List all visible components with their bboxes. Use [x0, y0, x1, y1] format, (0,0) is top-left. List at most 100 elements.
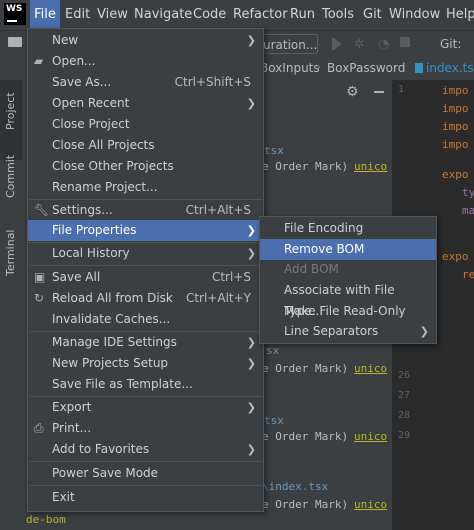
tree-text: e Order Mark): [262, 498, 349, 511]
tree-path: tsx: [264, 144, 284, 157]
menu-item-power-save-mode[interactable]: Power Save Mode: [28, 463, 263, 484]
menu-item-close-project[interactable]: Close Project: [28, 114, 263, 135]
tree-warning: unico: [354, 362, 388, 375]
chevron-right-icon: ❯: [246, 34, 256, 47]
webstorm-logo: WS: [4, 3, 26, 25]
menu-code[interactable]: Code: [193, 0, 226, 30]
coverage-icon[interactable]: ◔: [378, 37, 389, 52]
menu-item-close-other-projects[interactable]: Close Other Projects: [28, 156, 263, 177]
menu-item-save-file-as-template[interactable]: Save File as Template...: [28, 374, 263, 395]
run-icon[interactable]: [332, 37, 342, 51]
code-line: impo: [442, 84, 469, 97]
chevron-right-icon: ❯: [246, 336, 256, 349]
reload-icon: ↻: [34, 291, 45, 305]
tab-terminal[interactable]: Terminal: [4, 230, 17, 277]
breadcrumb-item[interactable]: BoxPassword: [327, 61, 405, 75]
line-number: 26: [398, 370, 411, 381]
menu-item-file-properties[interactable]: File Properties ❯: [28, 220, 263, 241]
tree-path: tsx: [264, 414, 284, 427]
menu-item-export[interactable]: Export ❯: [28, 397, 263, 418]
debug-icon[interactable]: ✲: [354, 37, 365, 52]
menu-help[interactable]: Help: [446, 0, 474, 30]
chevron-right-icon: ❯: [246, 443, 256, 456]
breadcrumb-item[interactable]: BoxInputs: [260, 61, 320, 75]
code-line: ma: [462, 204, 474, 217]
submenu-item-file-encoding[interactable]: File Encoding: [260, 218, 436, 239]
line-number: 1: [398, 84, 405, 95]
chevron-right-icon: ❯: [246, 247, 256, 260]
menu-item-open[interactable]: ▰ Open...: [28, 51, 263, 72]
folder-icon: ▰: [34, 54, 44, 68]
left-tool-stripe: Project Commit Terminal: [0, 58, 23, 530]
menu-item-save-as[interactable]: Save As... Ctrl+Shift+S: [28, 72, 263, 93]
line-number: 28: [398, 410, 411, 421]
tree-warning: unico: [354, 498, 388, 511]
code-line: expo: [442, 250, 469, 263]
tree-text: e Order Mark): [262, 160, 349, 173]
menu-item-save-all[interactable]: ▣ Save All Ctrl+S: [28, 267, 263, 288]
tsx-file-icon: [415, 63, 423, 73]
line-number: 27: [398, 390, 411, 401]
menu-edit[interactable]: Edit: [65, 0, 90, 30]
menu-git[interactable]: Git: [363, 0, 382, 30]
menu-item-local-history[interactable]: Local History ❯: [28, 243, 263, 264]
menu-file[interactable]: File: [30, 0, 60, 30]
git-label: Git:: [440, 37, 462, 51]
submenu-item-associate-file-type[interactable]: Associate with File Type...: [260, 280, 436, 318]
menu-item-exit[interactable]: Exit: [28, 487, 263, 508]
code-line: impo: [442, 120, 469, 133]
stop-icon[interactable]: [400, 37, 410, 47]
tree-warning: unico: [354, 430, 388, 443]
menu-item-invalidate-caches[interactable]: Invalidate Caches...: [28, 309, 263, 330]
chevron-right-icon: ❯: [246, 97, 256, 110]
menu-item-rename-project[interactable]: Rename Project...: [28, 177, 263, 198]
code-line: impo: [442, 102, 469, 115]
breadcrumb-separator-icon: ›: [316, 60, 321, 74]
code-line: ty: [462, 186, 474, 199]
menu-item-close-all-projects[interactable]: Close All Projects: [28, 135, 263, 156]
menu-item-add-to-favorites[interactable]: Add to Favorites ❯: [28, 439, 263, 460]
menu-item-manage-ide-settings[interactable]: Manage IDE Settings ❯: [28, 332, 263, 353]
menu-item-reload-all[interactable]: ↻ Reload All from Disk Ctrl+Alt+Y: [28, 288, 263, 309]
menu-item-open-recent[interactable]: Open Recent ❯: [28, 93, 263, 114]
menu-separator: [29, 461, 262, 462]
menu-separator: [29, 485, 262, 486]
menu-run[interactable]: Run: [290, 0, 315, 30]
submenu-item-add-bom: Add BOM: [284, 262, 339, 276]
tree-text: e Order Mark): [262, 362, 349, 375]
menu-separator: [29, 265, 262, 266]
chevron-right-icon: ❯: [419, 325, 429, 338]
tab-commit[interactable]: Commit: [4, 155, 17, 198]
chevron-right-icon: ❯: [246, 357, 256, 370]
menu-item-settings[interactable]: 🔧︎ Settings... Ctrl+Alt+S: [28, 200, 263, 221]
tree-warning: unico: [354, 160, 388, 173]
menu-navigate[interactable]: Navigate: [134, 0, 192, 30]
menu-window[interactable]: Window: [389, 0, 440, 30]
menu-view[interactable]: View: [97, 0, 128, 30]
menu-item-new-projects-setup[interactable]: New Projects Setup ❯: [28, 353, 263, 374]
code-line: expo: [442, 168, 469, 181]
print-icon: ⎙: [34, 421, 44, 435]
tree-path: \index.tsx: [262, 480, 329, 493]
wrench-icon: 🔧︎: [34, 203, 50, 217]
gear-icon[interactable]: ⚙: [346, 84, 359, 100]
menu-item-new[interactable]: New ❯: [28, 30, 263, 51]
save-icon: ▣: [34, 270, 46, 284]
file-properties-submenu: File Encoding Remove BOM Add BOM Associa…: [259, 216, 437, 344]
tab-project[interactable]: Project: [4, 92, 17, 130]
code-line: impo: [442, 138, 469, 151]
menu-refactor[interactable]: Refactor: [233, 0, 288, 30]
menu-tools[interactable]: Tools: [322, 0, 354, 30]
tree-text: e Order Mark): [262, 430, 349, 443]
code-line: re: [462, 268, 474, 281]
submenu-item-make-read-only[interactable]: Make File Read-Only: [260, 301, 436, 322]
menu-item-print[interactable]: ⎙ Print...: [28, 418, 263, 439]
submenu-item-remove-bom[interactable]: Remove BOM: [260, 239, 436, 260]
breadcrumb-item[interactable]: index.tsx: [426, 61, 474, 75]
minimize-icon[interactable]: [374, 91, 384, 93]
open-folder-icon[interactable]: [8, 37, 22, 47]
line-number: 29: [398, 430, 411, 441]
menu-bar: WS File Edit View Navigate Code Refactor…: [0, 0, 474, 30]
tree-path: sx: [266, 344, 280, 357]
submenu-item-line-separators[interactable]: Line Separators ❯: [260, 321, 436, 342]
